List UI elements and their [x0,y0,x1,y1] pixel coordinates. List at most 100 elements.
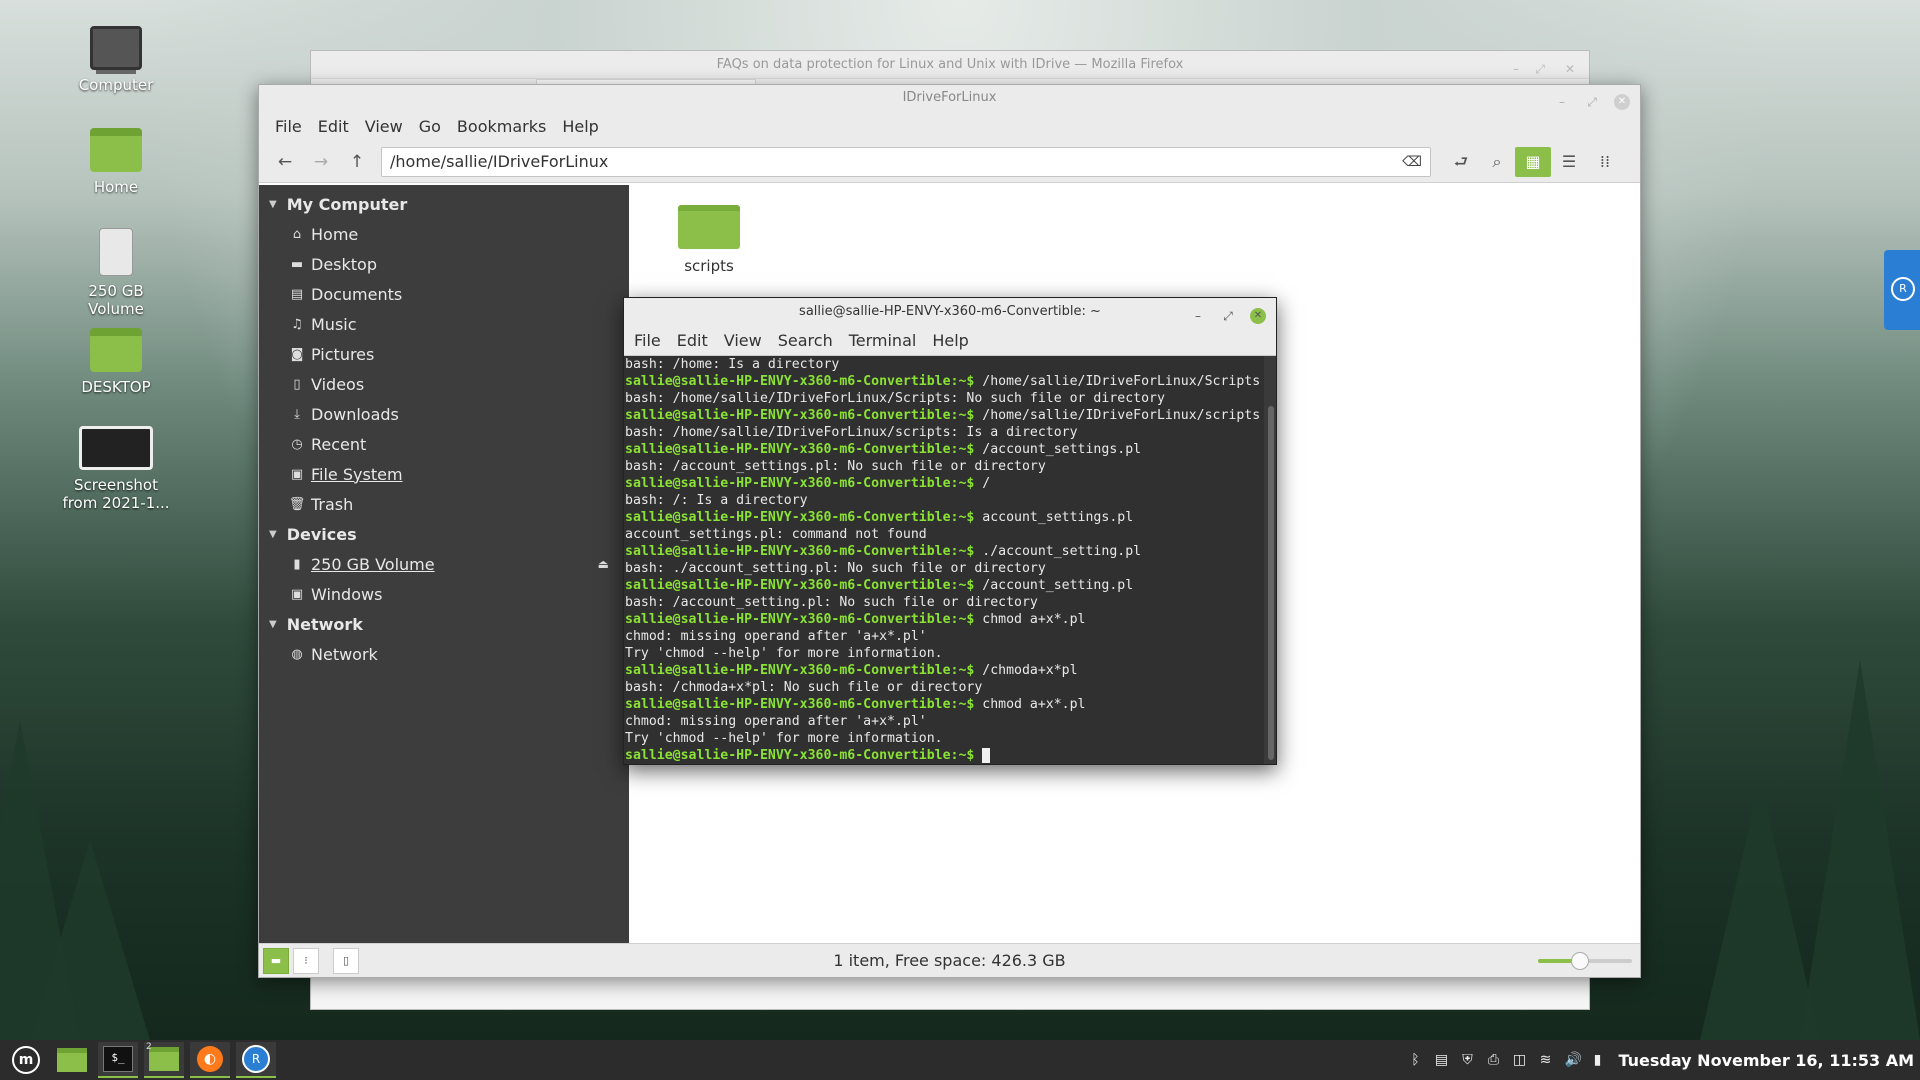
menu-view[interactable]: View [716,331,770,350]
taskbar-files[interactable]: 2 [144,1042,184,1078]
show-places-button[interactable]: ▬ [263,947,289,974]
close-button[interactable]: ✕ [1565,55,1575,83]
taskbar-idrive[interactable]: R [236,1042,276,1078]
mint-menu-button[interactable]: m [6,1042,46,1078]
terminal-output[interactable]: bash: /home: Is a directory sallie@sallie… [624,356,1264,764]
search-button[interactable]: ⌕ [1479,147,1515,177]
places-sidebar: ▼ My Computer ⌂ Home ▬ Desktop ▤ Documents ♫… [259,185,629,943]
forward-button[interactable]: → [303,147,339,177]
tree-decoration [1800,660,1920,1040]
list-view-button[interactable]: ☰ [1551,147,1587,177]
menu-view[interactable]: View [357,117,411,136]
menu-bookmarks[interactable]: Bookmarks [449,117,554,136]
wifi-icon[interactable]: ≋ [1539,1052,1553,1068]
scrollbar-thumb[interactable] [1268,406,1274,760]
terminal-line: Try 'chmod --help' for more information. [625,645,1264,662]
volume-icon[interactable]: 🔊 [1565,1052,1582,1068]
sidebar-item-home[interactable]: ⌂ Home [259,219,629,249]
menu-file[interactable]: File [267,117,310,136]
sidebar-item-trash[interactable]: 🗑 Trash [259,489,629,519]
sidebar-item-desktop[interactable]: ▬ Desktop [259,249,629,279]
menu-file[interactable]: File [626,331,669,350]
taskbar-firefox[interactable]: ◐ [190,1042,230,1078]
icon-view-button[interactable]: ▦ [1515,146,1551,177]
battery-icon[interactable]: ▮ [1591,1052,1605,1068]
sidebar-section-network[interactable]: ▼ Network [259,609,629,639]
terminal-line-text: Try 'chmod --help' for more information. [625,731,943,746]
sidebar-item-documents[interactable]: ▤ Documents [259,279,629,309]
sidebar-item-windows[interactable]: ▣ Windows [259,579,629,609]
terminal-scrollbar[interactable] [1268,356,1274,760]
compact-view-button[interactable]: ⁞⁞ [1587,147,1623,177]
desktop-icon-computer[interactable]: Computer [56,26,176,94]
folder-icon [678,205,740,249]
terminal-window[interactable]: sallie@sallie-HP-ENVY-x360-m6-Convertibl… [623,297,1277,765]
firefox-titlebar[interactable]: FAQs on data protection for Linux and Un… [311,51,1589,79]
launcher-files[interactable] [52,1042,92,1078]
location-bar[interactable]: /home/sallie/IDriveForLinux ⌫ [381,146,1431,177]
sidebar-item-label: Desktop [311,254,377,274]
close-button[interactable]: ✕ [1614,94,1630,110]
list-icon: ☰ [1561,151,1577,171]
up-button[interactable]: ↑ [339,147,375,177]
eject-icon[interactable]: ⏏ [598,557,609,571]
menu-go[interactable]: Go [411,117,449,136]
back-button[interactable]: ← [267,147,303,177]
terminal-command: account_settings.pl [974,510,1134,525]
taskbar-terminal[interactable]: $_ [98,1042,138,1078]
menu-search[interactable]: Search [770,331,841,350]
sidebar-item-250gb-volume[interactable]: ▮ 250 GB Volume ⏏ [259,549,629,579]
menu-edit[interactable]: Edit [310,117,357,136]
clock[interactable]: Tuesday November 16, 11:53 AM [1619,1051,1915,1070]
zoom-slider-handle[interactable] [1571,951,1590,970]
menu-help[interactable]: Help [924,331,976,350]
desktop-icon-label: Home [93,178,139,196]
menu-edit[interactable]: Edit [669,331,716,350]
sidebar-item-music[interactable]: ♫ Music [259,309,629,339]
printer-icon[interactable]: ⎙ [1487,1052,1501,1068]
maximize-button[interactable]: ⤢ [1584,89,1600,115]
file-item-scripts[interactable]: scripts [659,205,759,275]
clear-location-icon[interactable]: ⌫ [1402,154,1422,170]
minimize-button[interactable]: – [1190,302,1206,330]
sidebar-section-devices[interactable]: ▼ Devices [259,519,629,549]
shield-icon[interactable]: ⛨ [1461,1052,1475,1068]
minimize-button[interactable]: – [1513,55,1519,83]
file-manager-titlebar[interactable]: IDriveForLinux – ⤢ ✕ [259,85,1640,111]
hide-sidebar-button[interactable]: ▯ [333,947,359,974]
maximize-button[interactable]: ⤢ [1535,55,1545,83]
desktop-icon-home[interactable]: Home [56,128,176,196]
terminal-titlebar[interactable]: sallie@sallie-HP-ENVY-x360-m6-Convertibl… [624,298,1276,326]
desktop-icon-screenshot[interactable]: Screenshot from 2021-1... [56,426,176,512]
menu-terminal[interactable]: Terminal [841,331,925,350]
bluetooth-icon[interactable]: ᛒ [1409,1052,1423,1068]
sidebar-item-pictures[interactable]: ◙ Pictures [259,339,629,369]
text-cursor [982,747,991,763]
minimize-button[interactable]: – [1554,89,1570,115]
desktop-icon-volume[interactable]: 250 GB Volume [56,228,176,318]
menu-help[interactable]: Help [554,117,606,136]
close-button[interactable]: ✕ [1250,308,1266,324]
folder-icon [57,1048,87,1072]
sidebar-item-videos[interactable]: ▯ Videos [259,369,629,399]
sidebar-item-downloads[interactable]: ⤓ Downloads [259,399,629,429]
terminal-command: / [974,476,991,491]
clipboard-icon[interactable]: ▤ [1435,1052,1449,1068]
desktop-icon-desktop-folder[interactable]: DESKTOP [56,328,176,396]
terminal-line-text: chmod: missing operand after 'a+x*.pl' [625,629,927,644]
terminal-line: chmod: missing operand after 'a+x*.pl' [625,628,1264,645]
sidebar-item-recent[interactable]: ◷ Recent [259,429,629,459]
update-icon[interactable]: ◫ [1513,1052,1527,1068]
terminal-prompt: sallie@sallie-HP-ENVY-x360-m6-Convertibl… [625,510,975,525]
chevron-down-icon: ▼ [269,618,277,630]
file-manager-menubar: File Edit View Go Bookmarks Help [259,111,1640,141]
sidebar-item-file-system[interactable]: ▣ File System [259,459,629,489]
terminal-prompt: sallie@sallie-HP-ENVY-x360-m6-Convertibl… [625,476,975,491]
sidebar-section-my-computer[interactable]: ▼ My Computer [259,189,629,219]
maximize-button[interactable]: ⤢ [1220,302,1236,330]
show-treeview-button[interactable]: ⁝ [293,947,319,974]
zoom-slider[interactable] [1538,951,1632,970]
sidebar-item-network[interactable]: ◍ Network [259,639,629,669]
idrive-side-tab[interactable]: R [1884,250,1920,330]
toggle-location-button[interactable]: ⮐ [1443,147,1479,177]
